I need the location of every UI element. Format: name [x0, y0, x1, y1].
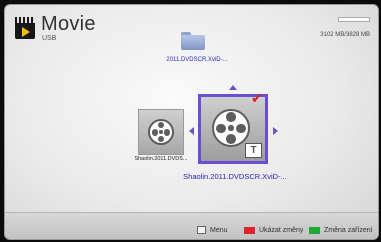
film-reel-icon — [148, 119, 174, 145]
right-arrow-icon[interactable] — [273, 127, 278, 135]
file-thumbnail[interactable] — [138, 109, 184, 155]
storage-info: 3102 MB/3828 MB — [320, 23, 370, 41]
check-icon: ✔ — [251, 90, 263, 106]
red-button-icon — [244, 227, 255, 234]
legend-menu[interactable]: Menu — [197, 226, 228, 234]
folder-label[interactable]: 2011.DVDSCR.XviD-... — [157, 57, 237, 63]
bottom-bar — [5, 212, 378, 239]
storage-text: 3102 MB/3828 MB — [320, 32, 370, 38]
selected-file-label[interactable]: Shaolin.2011.DVDSCR.XviD-... — [165, 172, 305, 181]
file-label[interactable]: Shaolin.2011.DVDS... — [133, 156, 189, 162]
folder-icon[interactable] — [181, 32, 207, 50]
legend-menu-label: Menu — [210, 226, 228, 234]
device-label: USB — [42, 35, 57, 42]
legend-change-device[interactable]: Změna zařízení — [309, 227, 373, 234]
legend-show-changes-label: Ukázat změny — [259, 227, 304, 234]
subtitle-badge: T — [245, 143, 262, 158]
film-reel-icon — [212, 109, 250, 147]
legend-change-device-label: Změna zařízení — [324, 227, 373, 234]
left-arrow-icon[interactable] — [189, 127, 194, 135]
film-icon — [15, 17, 35, 39]
legend-show-changes[interactable]: Ukázat změny — [244, 227, 303, 234]
green-button-icon — [309, 227, 320, 234]
screen: Movie USB 3102 MB/3828 MB 2011.DVDSCR.Xv… — [4, 4, 379, 240]
menu-icon — [197, 226, 206, 234]
storage-bar — [338, 17, 370, 22]
page-title: Movie — [41, 13, 96, 35]
up-arrow-icon[interactable] — [229, 85, 237, 90]
